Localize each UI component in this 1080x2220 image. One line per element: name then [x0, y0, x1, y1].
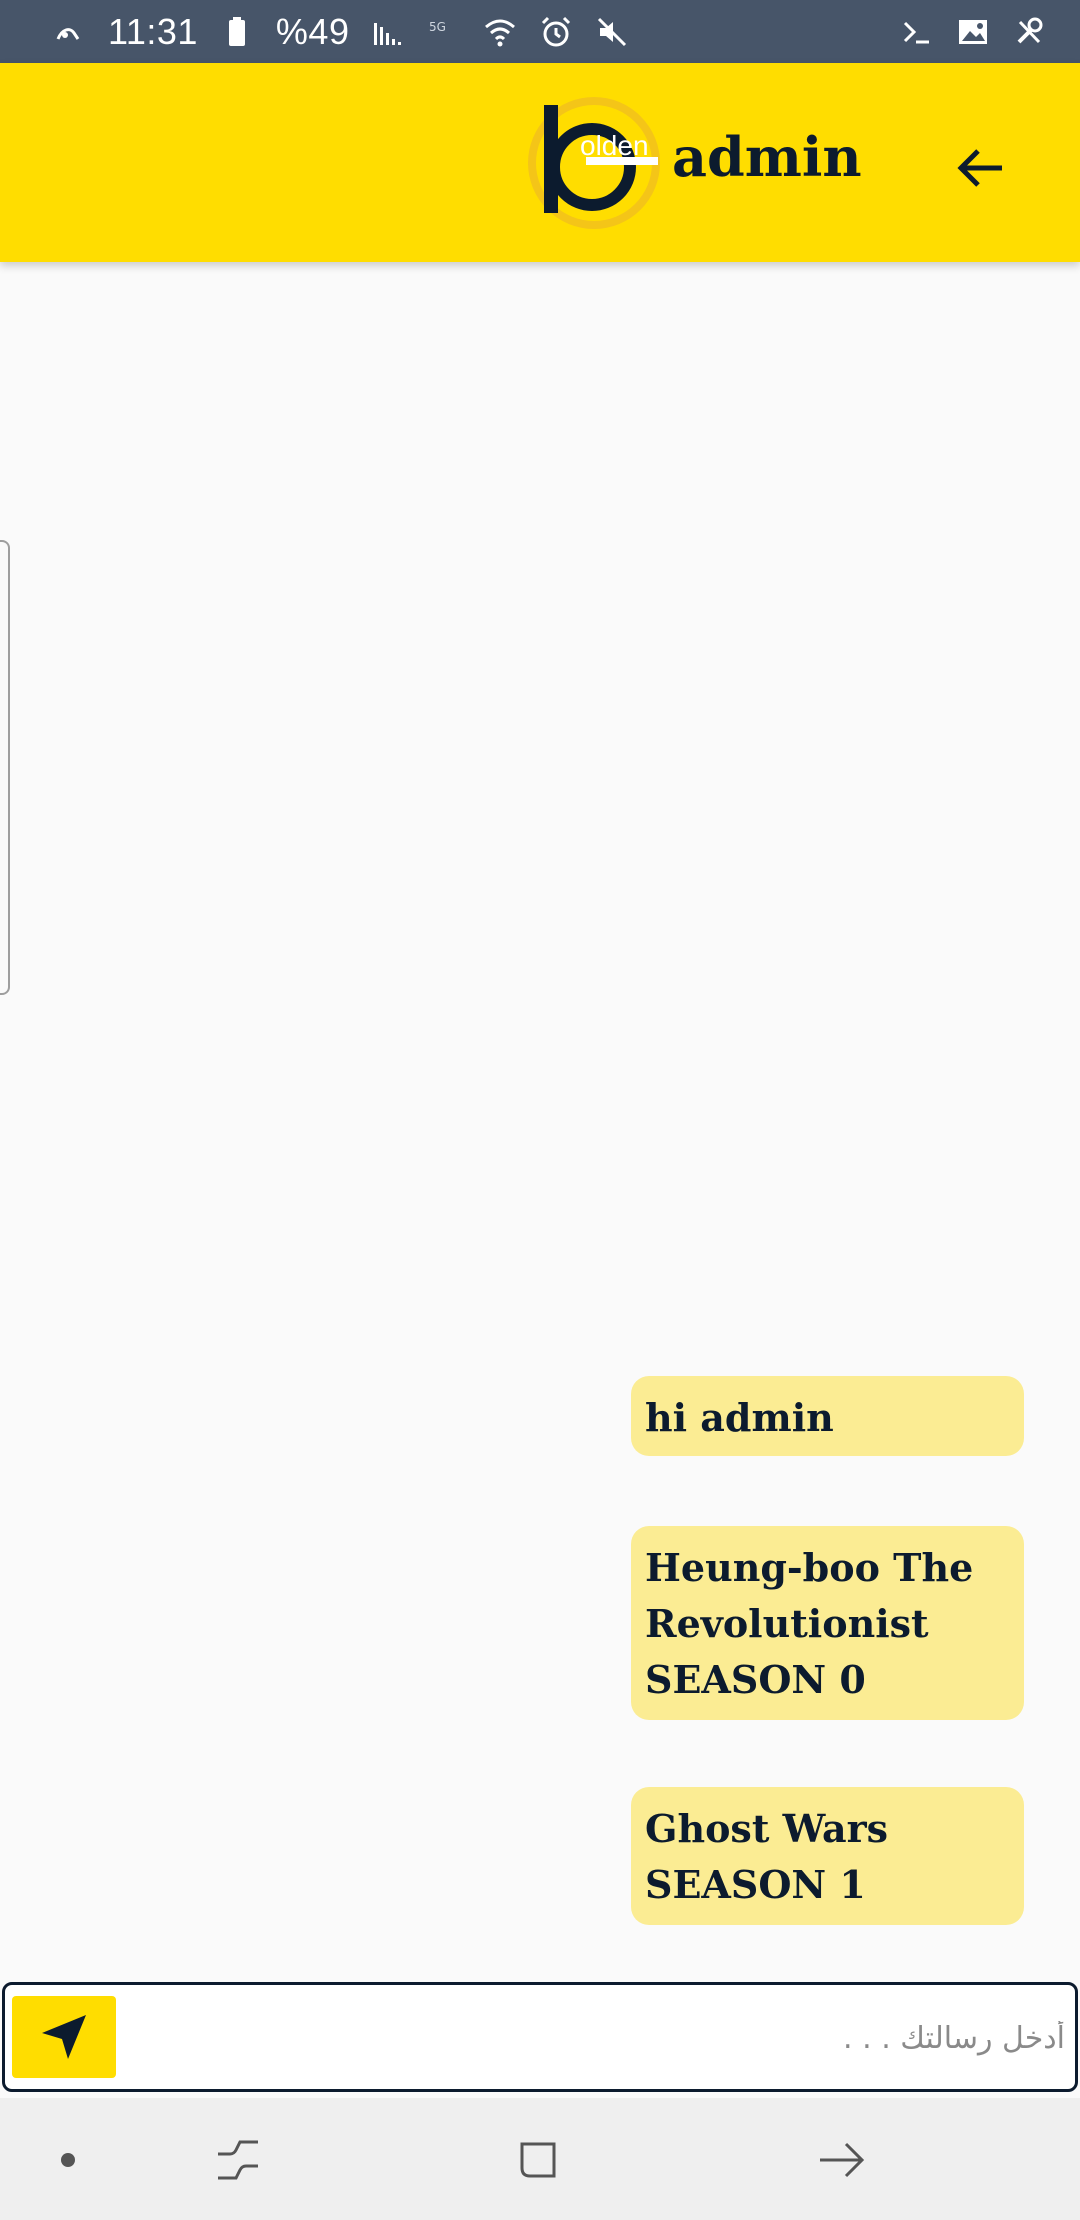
back-button[interactable]: [946, 133, 1016, 203]
terminal-icon: [900, 15, 934, 49]
status-left: 11:31 %49 5G: [52, 11, 629, 53]
network-5g-icon: 5G: [427, 15, 461, 49]
battery-icon: [220, 15, 254, 49]
message-list: hi admin Heung-boo The Revolutionist SEA…: [0, 262, 1080, 1982]
message-bubble: Ghost Wars SEASON 1: [631, 1787, 1024, 1925]
status-right: [900, 15, 1046, 49]
status-time: 11:31: [108, 10, 198, 52]
nav-back-arrow-icon: [820, 2142, 865, 2178]
arabic-date-icon: [52, 15, 86, 49]
recents-icon: [218, 2140, 258, 2180]
message-input[interactable]: [135, 1999, 1067, 2077]
battery-percent: %49: [275, 10, 350, 52]
alarm-icon: [539, 15, 573, 49]
send-button[interactable]: [12, 1996, 116, 2078]
send-arrow-icon: [42, 2015, 86, 2059]
message-bubble: hi admin: [631, 1376, 1024, 1456]
nav-dot-button[interactable]: [32, 2124, 104, 2196]
chat-title: admin: [672, 125, 862, 189]
nav-recents-button[interactable]: [202, 2124, 274, 2196]
system-nav-bar: [0, 2098, 1080, 2220]
home-square-icon: [520, 2142, 556, 2178]
dot-icon: [61, 2153, 75, 2167]
app-logo: olden: [526, 95, 662, 231]
message-composer: [2, 1982, 1078, 2092]
message-bubble: Heung-boo The Revolutionist SEASON 0: [631, 1526, 1024, 1720]
mute-icon: [595, 15, 629, 49]
arrow-left-icon: [957, 149, 1002, 187]
svg-text:5G: 5G: [429, 20, 446, 34]
wifi-icon: [483, 15, 517, 49]
logo-text: olden: [580, 130, 649, 161]
signal-icon: [371, 15, 405, 49]
nav-back-button[interactable]: [806, 2124, 878, 2196]
tools-icon: [1012, 15, 1046, 49]
status-bar: 11:31 %49 5G: [0, 0, 1080, 63]
nav-home-button[interactable]: [502, 2124, 574, 2196]
image-icon: [956, 15, 990, 49]
app-header: olden admin: [0, 63, 1080, 262]
